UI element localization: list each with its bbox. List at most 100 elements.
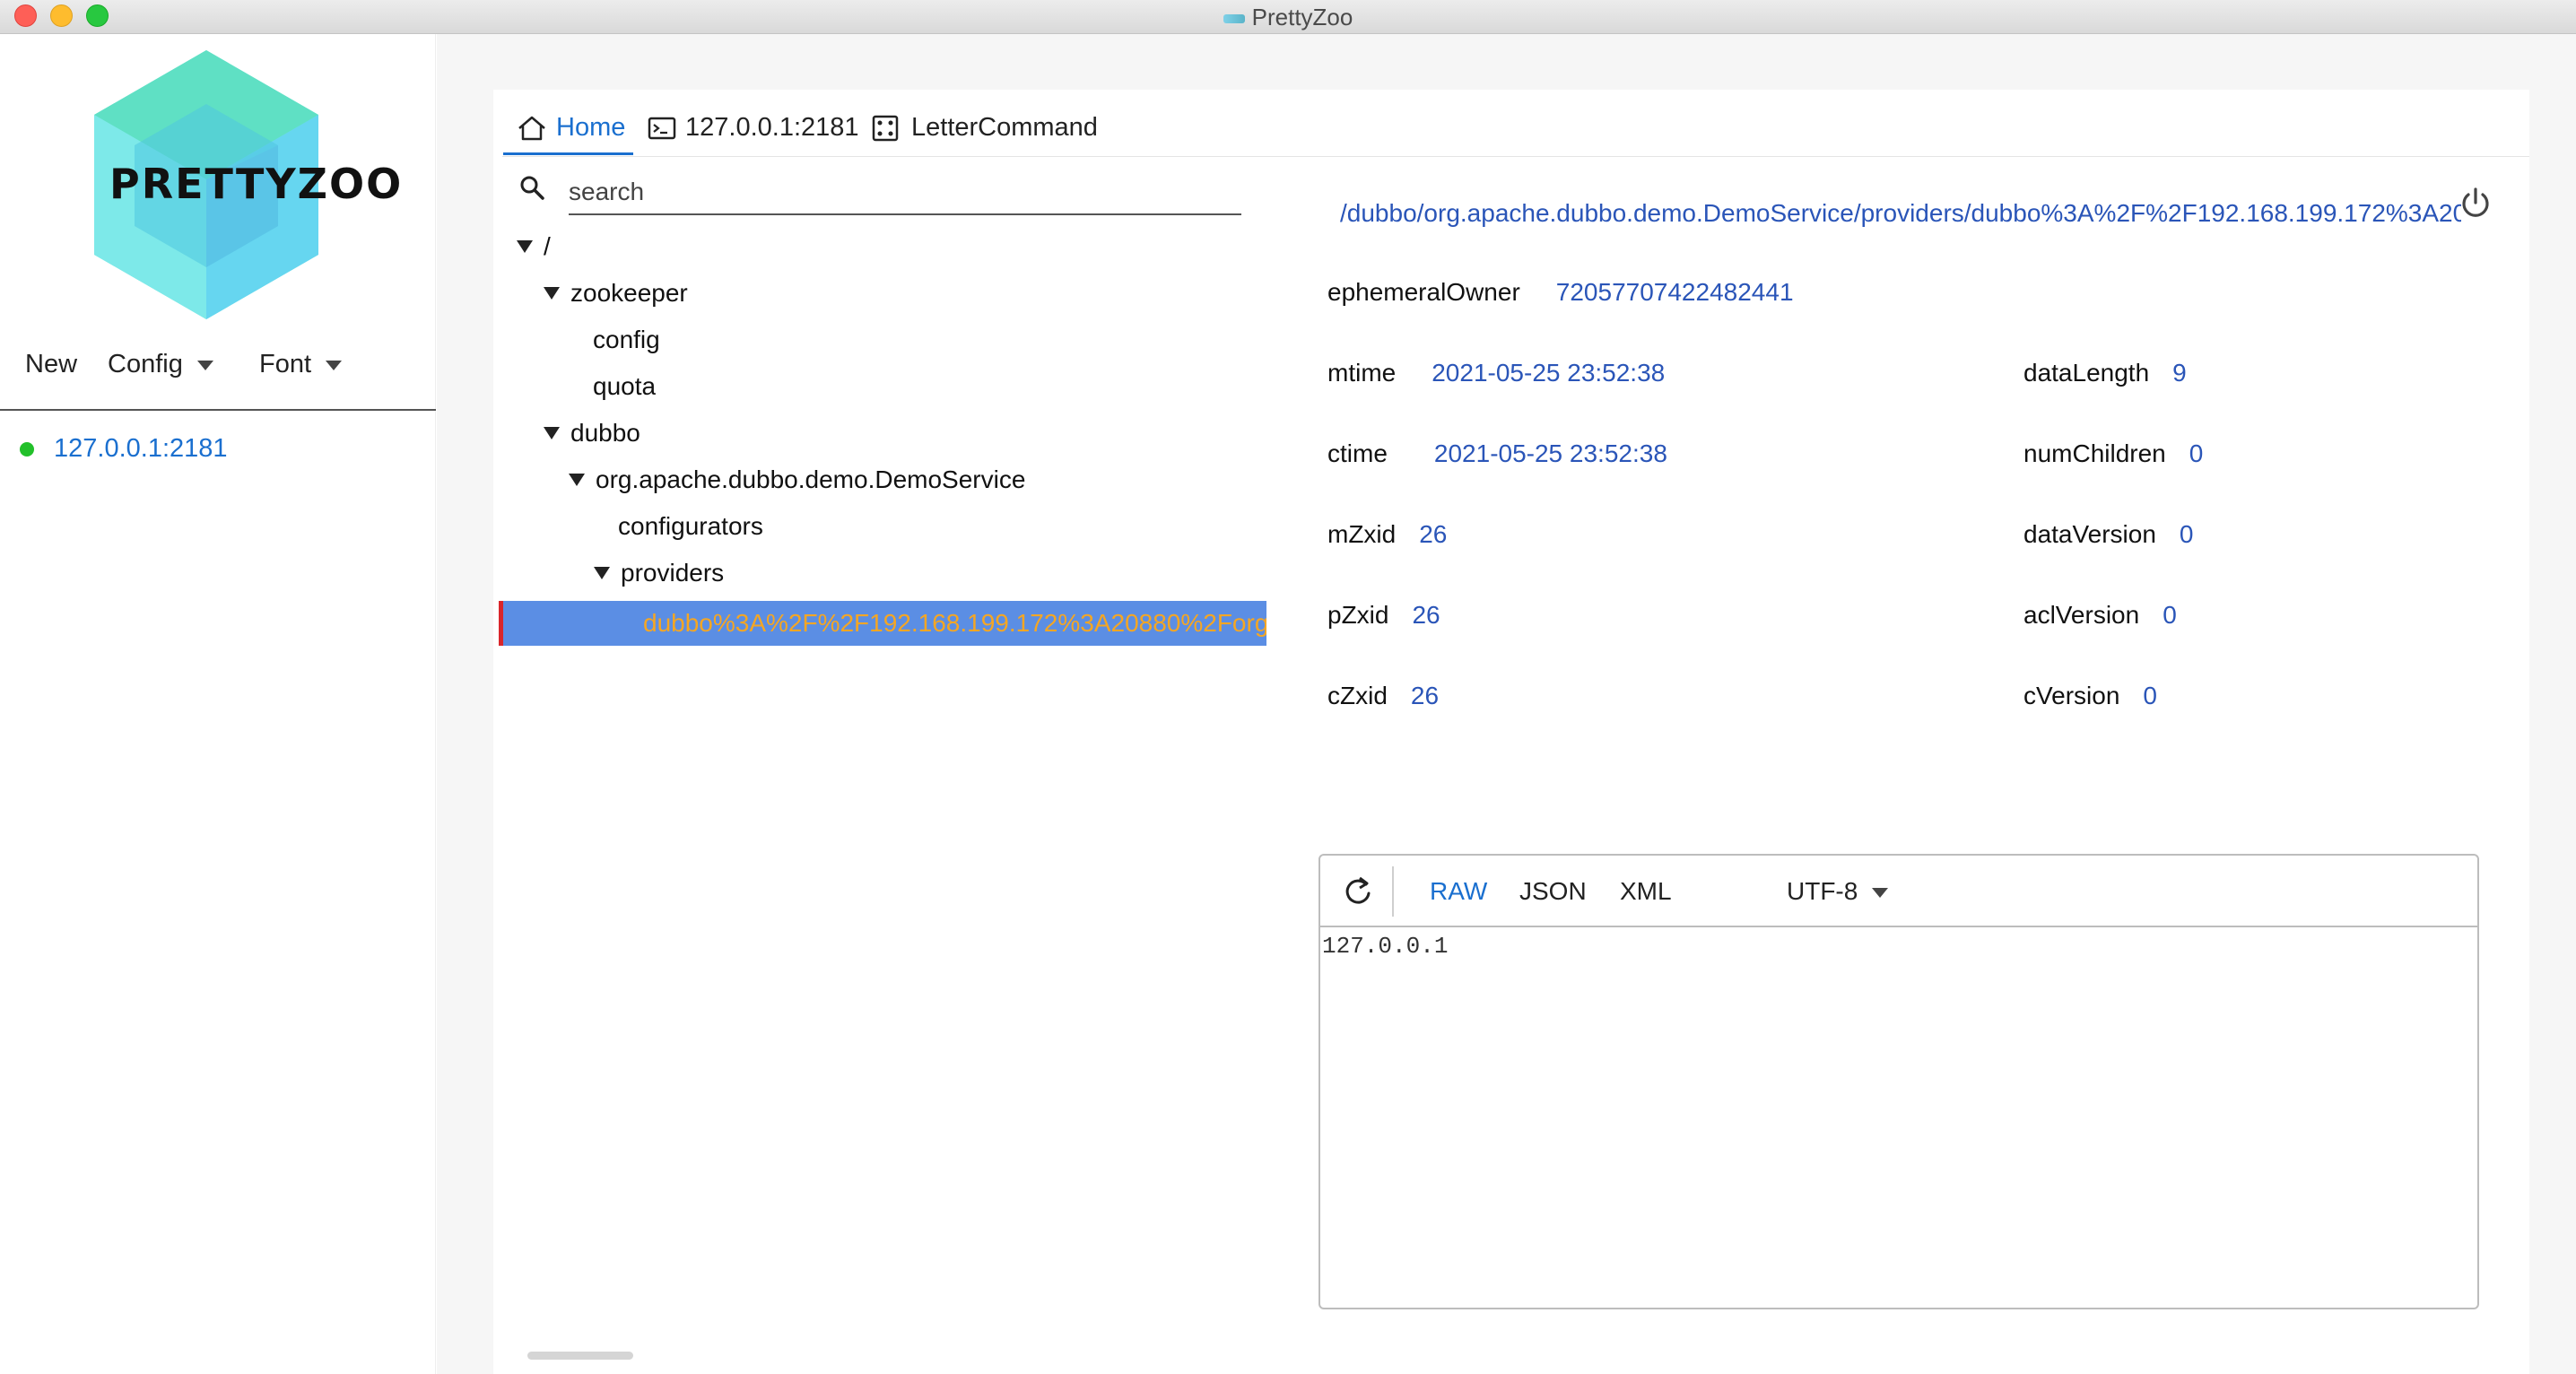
stat-pzxid: pZxid 26	[1327, 601, 1440, 630]
editor-toolbar: RAW JSON XML UTF-8	[1320, 856, 2477, 927]
search-input[interactable]	[569, 170, 1241, 215]
disconnect-power-icon[interactable]	[2458, 185, 2493, 221]
sidebar: PRETTYZOO New Config Font 127.0.0.1:2181	[0, 34, 436, 1374]
tree-node-selected-provider[interactable]: dubbo%3A%2F%2F192.168.199.172%3A20880%2F…	[499, 601, 1266, 646]
data-editor: RAW JSON XML UTF-8 127.0.0.1	[1318, 854, 2479, 1309]
tree-node-label: quota	[593, 372, 657, 400]
stat-value: 26	[1419, 520, 1448, 548]
stat-ephemeral-owner: ephemeralOwner 72057707422482441	[1327, 278, 1794, 307]
tree-node-root[interactable]: /	[517, 224, 551, 269]
chevron-down-icon	[326, 360, 343, 370]
tree-node-label: dubbo	[570, 419, 640, 447]
tab-lettercommand-label: LetterCommand	[911, 113, 1098, 142]
stat-label: pZxid	[1327, 601, 1389, 629]
stat-value: 0	[2143, 682, 2157, 709]
stat-mzxid: mZxid 26	[1327, 520, 1447, 549]
tree-node-providers[interactable]: providers	[594, 551, 724, 596]
window-title: PrettyZoo	[0, 0, 2576, 34]
tab-server-label: 127.0.0.1:2181	[685, 113, 859, 142]
stat-value: 26	[1412, 601, 1440, 629]
expand-arrow-icon[interactable]	[517, 240, 533, 253]
tab-server[interactable]: 127.0.0.1:2181	[648, 113, 859, 143]
tree-node-label: providers	[621, 559, 725, 587]
expand-arrow-icon[interactable]	[594, 567, 610, 579]
menu-font-label: Font	[259, 350, 312, 378]
expand-arrow-icon[interactable]	[544, 287, 560, 300]
encoding-select[interactable]: UTF-8	[1787, 877, 1889, 906]
sidebar-menu: New Config Font	[0, 350, 436, 386]
tree-node-config[interactable]: config	[593, 317, 660, 362]
tree-node-dubbo[interactable]: dubbo	[544, 411, 640, 456]
expand-arrow-icon[interactable]	[544, 427, 560, 439]
tree-node-configurators[interactable]: configurators	[618, 504, 763, 549]
tree-node-quota[interactable]: quota	[593, 364, 656, 409]
format-json-button[interactable]: JSON	[1519, 877, 1587, 906]
stat-value: 72057707422482441	[1555, 278, 1794, 306]
tree-node-zookeeper[interactable]: zookeeper	[544, 271, 688, 316]
toolbar-separator	[1392, 866, 1394, 917]
stat-data-version: dataVersion 0	[2023, 520, 2193, 549]
stat-label: dataLength	[2023, 359, 2150, 387]
tab-lettercommand[interactable]: LetterCommand	[872, 113, 1098, 143]
active-tab-indicator	[503, 152, 633, 155]
search-icon	[520, 176, 544, 200]
encoding-select-value: UTF-8	[1787, 877, 1858, 905]
chevron-down-icon	[196, 360, 213, 370]
server-item-label: 127.0.0.1:2181	[54, 434, 228, 463]
stat-value: 2021-05-25 23:52:38	[1432, 359, 1666, 387]
stat-num-children: numChildren 0	[2023, 439, 2203, 468]
connected-status-icon	[20, 441, 34, 457]
window-title-text: PrettyZoo	[1251, 4, 1353, 30]
stat-value: 2021-05-25 23:52:38	[1433, 439, 1667, 467]
stat-label: cZxid	[1327, 682, 1388, 709]
terminal-icon	[648, 117, 676, 139]
data-content[interactable]: 127.0.0.1	[1322, 927, 1448, 960]
chevron-down-icon	[1872, 888, 1889, 899]
stat-c-version: cVersion 0	[2023, 682, 2157, 710]
stat-ctime: ctime 2021-05-25 23:52:38	[1327, 439, 1667, 468]
tree-node-demoservice[interactable]: org.apache.dubbo.demo.DemoService	[569, 457, 1025, 502]
stat-data-length: dataLength 9	[2023, 359, 2187, 387]
tab-home[interactable]: Home	[517, 113, 625, 143]
stat-acl-version: aclVersion 0	[2023, 601, 2177, 630]
stat-value: 0	[2163, 601, 2177, 629]
stat-label: numChildren	[2023, 439, 2166, 467]
stat-label: mtime	[1327, 359, 1397, 387]
stat-label: dataVersion	[2023, 520, 2156, 548]
stat-value: 0	[2179, 520, 2194, 548]
tab-bar-divider	[502, 156, 2529, 157]
menu-new-label: New	[25, 350, 78, 378]
refresh-icon[interactable]	[1342, 875, 1374, 908]
server-item[interactable]: 127.0.0.1:2181	[20, 434, 228, 464]
tree-node-label: /	[544, 232, 551, 260]
tree-node-label: config	[593, 326, 660, 353]
tree-node-label: org.apache.dubbo.demo.DemoService	[596, 465, 1026, 493]
stat-czxid: cZxid 26	[1327, 682, 1439, 710]
app-icon	[1223, 14, 1245, 24]
menu-config[interactable]: Config	[108, 350, 213, 379]
node-path[interactable]: /dubbo/org.apache.dubbo.demo.DemoService…	[1340, 199, 2461, 228]
dice-icon	[872, 115, 899, 141]
stat-value: 0	[2189, 439, 2204, 467]
title-bar: PrettyZoo	[0, 0, 2576, 34]
tab-home-label: Home	[556, 113, 626, 142]
stat-value: 26	[1410, 682, 1440, 709]
stat-label: cVersion	[2023, 682, 2120, 709]
sidebar-divider	[0, 409, 436, 411]
tree-node-label: zookeeper	[570, 279, 688, 307]
home-icon	[518, 116, 545, 140]
format-raw-button[interactable]: RAW	[1430, 877, 1487, 906]
stat-value: 9	[2172, 359, 2187, 387]
stat-label: mZxid	[1327, 520, 1397, 548]
menu-font[interactable]: Font	[259, 350, 343, 379]
logo-text: PRETTYZOO	[109, 160, 404, 208]
stat-label: aclVersion	[2023, 601, 2140, 629]
tree-node-label: dubbo%3A%2F%2F192.168.199.172%3A20880%2F…	[643, 609, 1266, 637]
horizontal-scrollbar[interactable]	[527, 1352, 633, 1360]
format-xml-button[interactable]: XML	[1620, 877, 1672, 906]
stat-mtime: mtime 2021-05-25 23:52:38	[1327, 359, 1665, 387]
menu-config-label: Config	[108, 350, 183, 378]
expand-arrow-icon[interactable]	[569, 474, 585, 486]
menu-new[interactable]: New	[25, 350, 77, 379]
stat-label: ctime	[1327, 439, 1388, 467]
